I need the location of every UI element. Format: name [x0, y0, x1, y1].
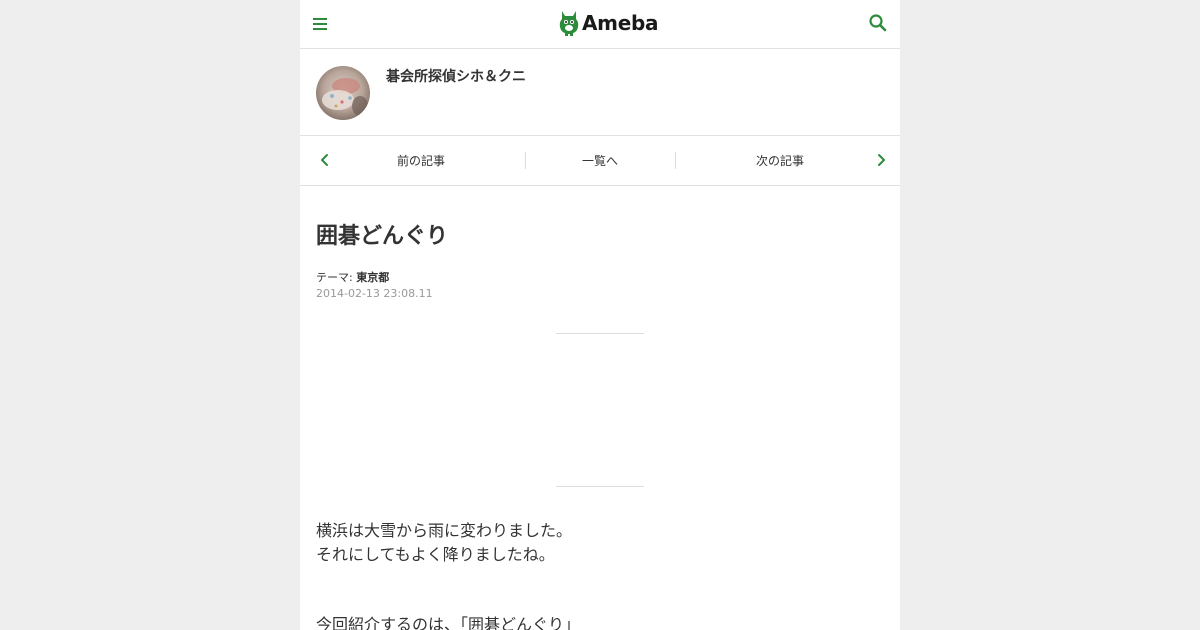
pager-divider — [675, 152, 676, 169]
chevron-left-icon[interactable] — [318, 153, 332, 167]
hamburger-menu-icon[interactable] — [312, 14, 328, 34]
ad-divider-bottom — [556, 486, 644, 487]
article-theme: テーマ: 東京都 — [316, 269, 389, 285]
body-paragraph: それにしてもよく降りましたね。 — [316, 545, 555, 564]
article-title: 囲碁どんぐり — [316, 224, 449, 249]
theme-prefix: テーマ: — [316, 271, 353, 284]
body-paragraph: 横浜は大雪から雨に変わりました。 — [316, 521, 573, 540]
next-article-link[interactable]: 次の記事 — [756, 152, 804, 169]
logo-text: Ameba — [582, 11, 659, 35]
ameba-mascot-icon — [559, 11, 579, 36]
pager-divider — [525, 152, 526, 169]
theme-link[interactable]: 東京都 — [356, 271, 389, 284]
blog-profile: 碁会所探偵シホ＆クニ — [300, 49, 900, 136]
article-pager: 前の記事 一覧へ 次の記事 — [300, 136, 900, 186]
body-paragraph: 今回紹介するのは、「囲碁どんぐり」 — [316, 615, 581, 630]
article-date: 2014-02-13 23:08.11 — [316, 287, 433, 300]
ad-divider-top — [556, 333, 644, 334]
chevron-right-icon[interactable] — [874, 153, 888, 167]
avatar[interactable] — [316, 66, 370, 120]
blog-page: Ameba 碁会所探偵シホ＆クニ 前の記事 一覧へ 次の記事 囲碁どんぐり テー… — [300, 0, 900, 630]
article-body: 横浜は大雪から雨に変わりました。 それにしてもよく降りましたね。 今回紹介するの… — [316, 519, 580, 630]
top-header: Ameba — [300, 0, 900, 49]
blog-title[interactable]: 碁会所探偵シホ＆クニ — [386, 66, 526, 86]
search-icon[interactable] — [868, 13, 890, 35]
prev-article-link[interactable]: 前の記事 — [397, 152, 445, 169]
ameba-logo[interactable]: Ameba — [558, 8, 659, 38]
article-list-link[interactable]: 一覧へ — [582, 152, 618, 169]
